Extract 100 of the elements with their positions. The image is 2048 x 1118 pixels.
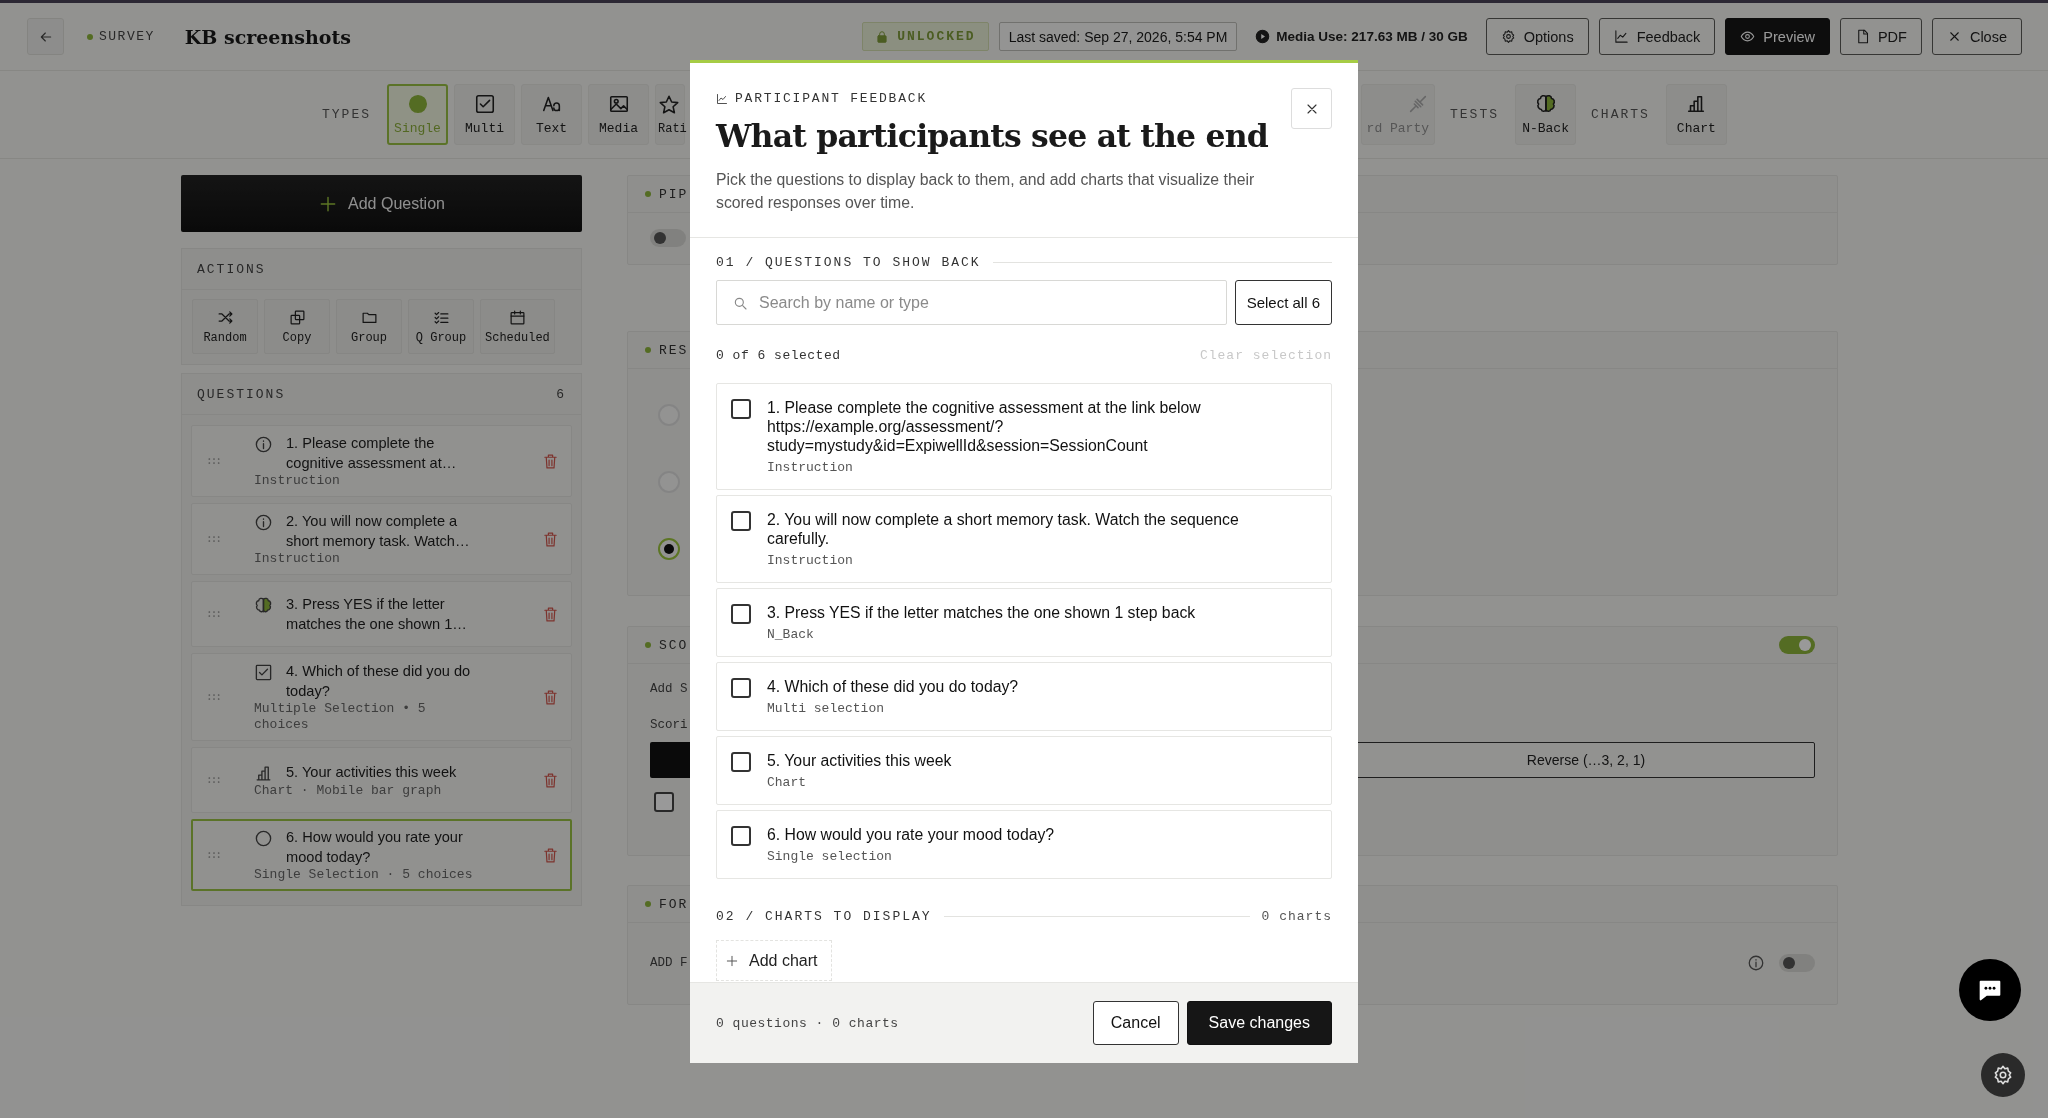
select-all-button[interactable]: Select all 6: [1234, 280, 1332, 325]
play-circle-icon: [1255, 29, 1271, 44]
shuffle-icon: [216, 308, 234, 326]
question-title: 5. Your activities this week: [767, 751, 952, 770]
line-chart-icon: [1613, 29, 1629, 44]
add-question-button[interactable]: Add Question: [181, 175, 582, 232]
checkbox[interactable]: [731, 678, 751, 698]
checkbox[interactable]: [731, 399, 751, 419]
feedback-button[interactable]: Feedback: [1598, 18, 1716, 55]
info-icon: [254, 513, 273, 532]
panel-title: QUESTIONS: [197, 386, 286, 402]
section-label: SURVEY: [99, 29, 155, 44]
panel-title: ACTIONS: [197, 261, 266, 277]
question-list-item[interactable]: 5. Your activities this week Chart · Mobile bar graph: [191, 747, 572, 813]
lock-icon: [875, 29, 890, 44]
question-type-tile[interactable]: Text: [521, 84, 582, 145]
list-action-button[interactable]: Q Group: [408, 299, 474, 354]
dialog-description: Pick the questions to display back to them, and add charts that visualize their scored responses over time.: [716, 170, 1256, 213]
section-heading: 02 / CHARTS TO DISPLAY: [716, 908, 932, 924]
question-type-tile[interactable]: Media: [588, 84, 649, 145]
settings-button[interactable]: [1981, 1053, 2025, 1097]
trash-icon: [542, 771, 559, 789]
brain-icon: [254, 596, 273, 615]
question-title: 4. Which of these did you do today?: [285, 662, 472, 701]
info-icon: [1747, 954, 1765, 972]
calendar-icon: [508, 308, 526, 326]
search-field[interactable]: Search by name or type: [716, 280, 1227, 325]
folder-action-button[interactable]: Group: [336, 299, 402, 354]
trash-icon: [542, 846, 559, 864]
question-list-item[interactable]: 3. Press YES if the letter matches the one shown 1…: [191, 581, 572, 647]
question-type-tile[interactable]: Chart: [1665, 84, 1727, 145]
question-option[interactable]: 1. Please complete the cognitive assessment at the link below https://example.org/assessment/?study=mystudy&id=ExpiwellId&session=SessionCount Instruction: [716, 383, 1332, 490]
toolbar-group-label: CHARTS: [1591, 107, 1650, 122]
plug-icon: [1407, 93, 1429, 115]
pdf-button[interactable]: PDF: [1839, 18, 1922, 55]
reverse-order-button[interactable]: Reverse (…3, 2, 1): [1357, 742, 1815, 778]
checkbox[interactable]: [731, 752, 751, 772]
question-title: 4. Which of these did you do today?: [767, 677, 1019, 696]
panel-title: PIP: [659, 186, 689, 202]
trash-icon: [542, 452, 559, 470]
settings-button[interactable]: Options: [1485, 18, 1589, 55]
question-type: Single Selection · 5 choices: [254, 867, 474, 883]
question-list-item[interactable]: 1. Please complete the cognitive assessment at… Instruction: [191, 425, 572, 497]
question-option[interactable]: 4. Which of these did you do today? Multi selection: [716, 662, 1332, 731]
line-chart-icon: [716, 92, 728, 105]
search-icon: [732, 295, 748, 311]
plus-icon: [725, 953, 739, 968]
checkbox[interactable]: [731, 604, 751, 624]
settings-icon: [1500, 29, 1516, 44]
question-type-tile[interactable]: N-Back: [1515, 84, 1577, 145]
question-title: 1. Please complete the cognitive assessment at…: [285, 434, 458, 473]
copy-icon: [288, 308, 306, 326]
panel-title: SCO: [659, 637, 689, 653]
toggle-switch[interactable]: [1779, 636, 1815, 654]
page-title: KB screenshots: [184, 25, 351, 48]
question-option[interactable]: 3. Press YES if the letter matches the one shown 1 step back N_Back: [716, 588, 1332, 657]
question-type: Instruction: [254, 473, 341, 489]
checkbox-icon: [473, 93, 496, 115]
panel-label: Add S: [650, 682, 688, 696]
checkbox[interactable]: [654, 792, 674, 812]
filled-circle-icon: [406, 93, 429, 115]
question-option[interactable]: 6. How would you rate your mood today? Single selection: [716, 810, 1332, 879]
question-type-tile[interactable]: Rati: [655, 84, 685, 145]
preview-button[interactable]: Preview: [1725, 18, 1830, 55]
question-type: Multi selection: [767, 701, 886, 716]
question-list-item[interactable]: 2. You will now complete a short memory task. Watch… Instruction: [191, 503, 572, 575]
question-type: Instruction: [767, 460, 854, 475]
question-type-tile[interactable]: Multi: [454, 84, 515, 145]
media-usage: Media Use: 217.63 MB / 30 GB: [1276, 29, 1468, 44]
shuffle-action-button[interactable]: Random: [192, 299, 258, 354]
question-option[interactable]: 5. Your activities this week Chart: [716, 736, 1332, 805]
dialog-title: What participants see at the end: [716, 116, 1270, 156]
question-title: 2. You will now complete a short memory task. Watch…: [285, 512, 471, 551]
add-chart-button[interactable]: Add chart: [716, 940, 833, 981]
radio-button[interactable]: [658, 538, 680, 560]
question-title: 6. How would you rate your mood today?: [285, 828, 464, 867]
question-list-item[interactable]: 6. How would you rate your mood today? Single Selection · 5 choices: [191, 819, 572, 891]
question-type: Instruction: [767, 553, 854, 568]
star-icon: [658, 93, 680, 116]
close-button[interactable]: Close: [1931, 18, 2022, 55]
calendar-action-button[interactable]: Scheduled: [480, 299, 555, 354]
question-type: N_Back: [767, 627, 815, 642]
bar-chart-icon: [254, 763, 273, 783]
panel-title: FOR: [659, 896, 689, 912]
cancel-button[interactable]: Cancel: [1092, 1001, 1179, 1045]
question-option[interactable]: 2. You will now complete a short memory task. Watch the sequence carefully. Instruction: [716, 495, 1332, 583]
toggle-switch[interactable]: [650, 229, 686, 247]
question-title: 1. Please complete the cognitive assessment at the link below https://example.org/assessment/?study=mystudy&id=ExpiwellId&session=SessionCount: [767, 398, 1202, 455]
trash-icon: [542, 688, 559, 706]
checkbox[interactable]: [731, 826, 751, 846]
question-type: Single selection: [767, 849, 893, 864]
copy-action-button[interactable]: Copy: [264, 299, 330, 354]
selection-count: 0 of 6 selected: [716, 348, 841, 363]
question-list-item[interactable]: 4. Which of these did you do today? Multiple Selection • 5 choices: [191, 653, 572, 741]
save-button[interactable]: Save changes: [1186, 1001, 1332, 1045]
question-title: 6. How would you rate your mood today?: [767, 825, 1055, 844]
toggle-switch[interactable]: [1779, 954, 1815, 972]
checkbox[interactable]: [731, 511, 751, 531]
section-heading: 01 / QUESTIONS TO SHOW BACK: [716, 254, 981, 270]
last-saved-label: Last saved: Sep 27, 2026, 5:54 PM: [998, 22, 1238, 51]
